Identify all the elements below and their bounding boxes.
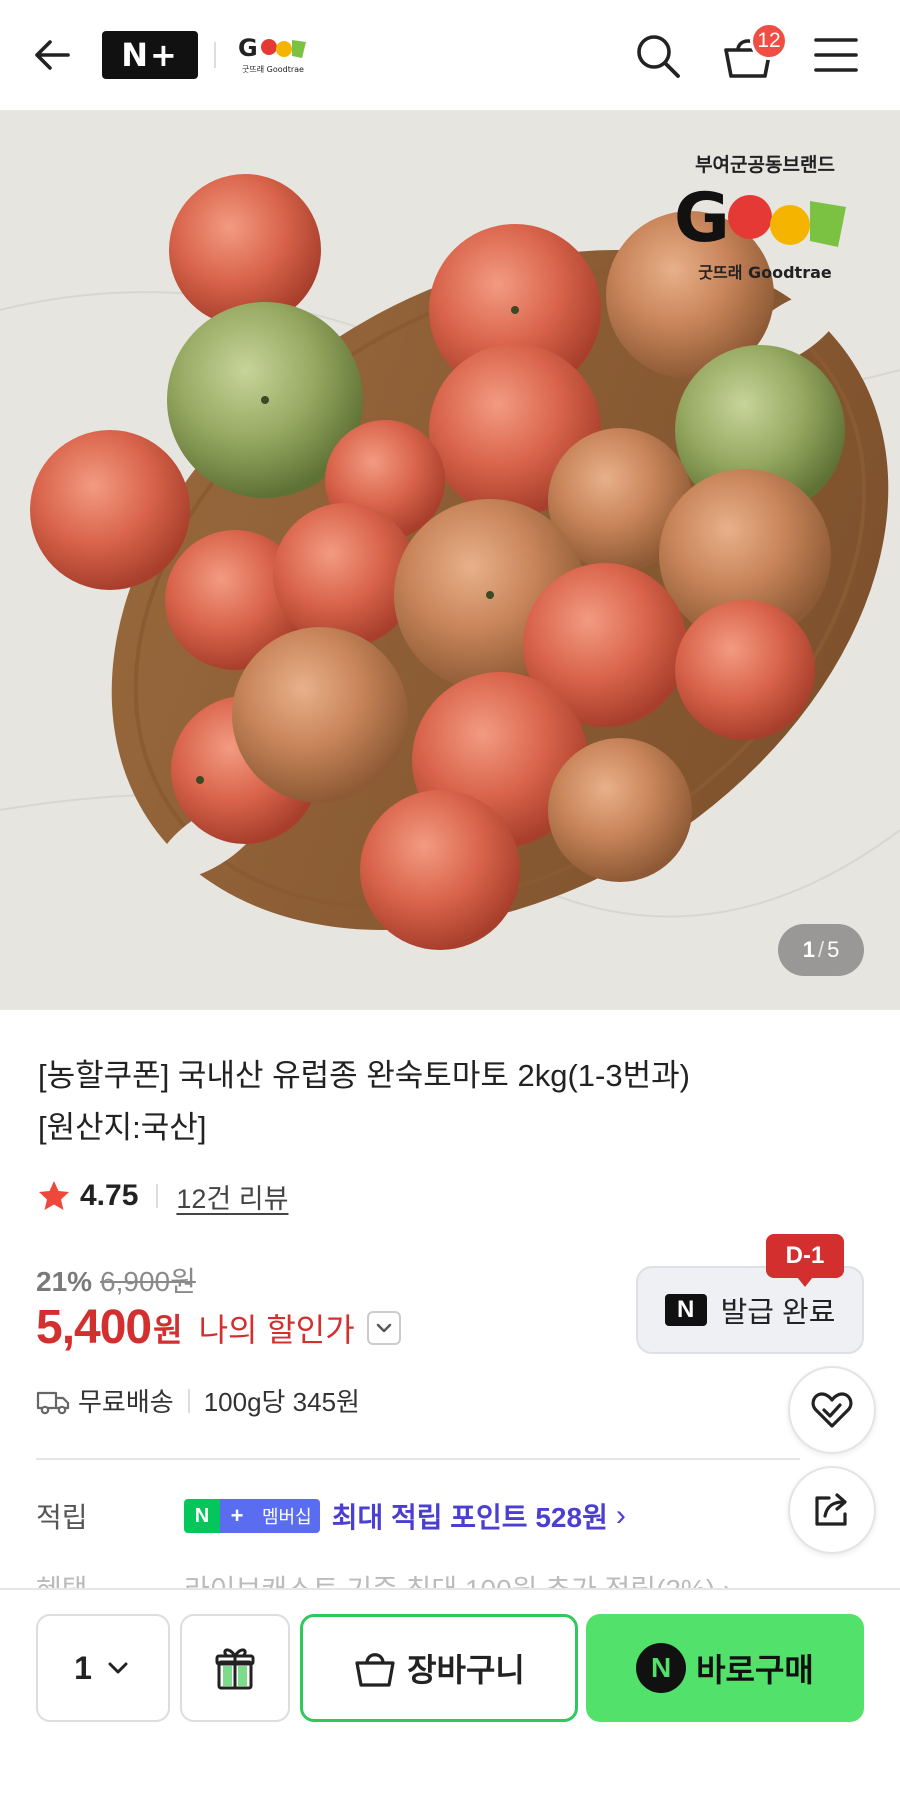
badge-n: N: [184, 1499, 220, 1533]
badge-plus: +: [220, 1499, 254, 1533]
product-title-line1: [농할쿠폰] 국내산 유럽종 완숙토마토 2kg(1-3번과): [38, 1058, 690, 1093]
coupon-issued-button[interactable]: N 발급 완료: [636, 1266, 864, 1354]
svg-text:G: G: [674, 179, 730, 257]
coupon-label: 발급 완료: [720, 1297, 836, 1329]
rating-separator: [156, 1184, 159, 1208]
price-detail-toggle[interactable]: [366, 1310, 401, 1345]
dday-badge: D-1: [766, 1234, 844, 1287]
search-button[interactable]: [632, 30, 684, 82]
svg-text:굿뜨래 Goodtrae: 굿뜨래 Goodtrae: [242, 65, 304, 74]
brand-stamp-subtitle: 굿뜨래 Goodtrae: [698, 263, 832, 282]
chevron-right-icon: ›: [615, 1499, 626, 1532]
nplus-membership-badge: N + 멤버십: [184, 1499, 320, 1533]
store-logo[interactable]: G 굿뜨래 Goodtrae: [236, 30, 316, 76]
quantity-value: 1: [74, 1649, 92, 1686]
share-icon: [815, 1493, 847, 1526]
sale-price: 5,400: [36, 1301, 152, 1354]
wishlist-button[interactable]: [788, 1366, 876, 1454]
gift-icon: [215, 1648, 255, 1690]
shipping-separator: [187, 1388, 190, 1413]
points-row[interactable]: 적립 N + 멤버십 최대 적립 포인트 528원 ›: [36, 1496, 626, 1536]
badge-membership: 멤버십: [254, 1499, 320, 1533]
points-label: 적립: [36, 1502, 88, 1533]
add-to-cart-label: 장바구니: [407, 1652, 525, 1688]
section-divider: [36, 1458, 800, 1460]
goodtrae-large-logo-icon: G: [674, 179, 846, 257]
search-icon: [637, 35, 680, 78]
buy-now-label: 바로구매: [696, 1652, 814, 1688]
nplus-logo[interactable]: N+: [102, 31, 198, 79]
hamburger-menu-icon: [814, 38, 858, 72]
shipping-row: 무료배송 100g당 345원: [36, 1382, 360, 1419]
discount-row: 21% 6,900원: [36, 1260, 196, 1300]
gift-button[interactable]: [180, 1614, 290, 1722]
chevron-down-icon: [376, 1323, 391, 1332]
shopping-basket-icon: [355, 1653, 395, 1687]
truck-icon: [36, 1391, 70, 1414]
review-count-link[interactable]: 12건 리뷰: [176, 1177, 288, 1216]
unit-price-text: 100g당 345원: [203, 1387, 360, 1417]
goodtrae-logo-icon: G 굿뜨래 Goodtrae: [238, 34, 306, 74]
add-to-cart-button[interactable]: 장바구니: [300, 1614, 578, 1722]
brand-stamp: 부여군공동브랜드 G 굿뜨래 Goodtrae: [670, 150, 860, 283]
bottom-action-bar: 1 장바구니 N 바로구매: [0, 1588, 900, 1817]
share-button[interactable]: [788, 1466, 876, 1554]
buy-now-button[interactable]: N 바로구매: [586, 1614, 864, 1722]
quantity-selector[interactable]: 1: [36, 1614, 170, 1722]
chevron-down-icon: [108, 1662, 128, 1674]
logo-divider: [214, 42, 216, 68]
max-points-text: 최대 적립 포인트 528원: [331, 1502, 608, 1533]
naver-pay-icon: N: [636, 1643, 687, 1693]
benefits-row-partial: 혜택 라이브캐스트 기준 최대 100원 추가 적립(2%) ›: [36, 1568, 736, 1588]
brand-stamp-title: 부여군공동브랜드: [695, 154, 835, 176]
sale-price-unit: 원: [153, 1311, 183, 1348]
cart-count-badge: 12: [750, 22, 788, 60]
svg-text:G: G: [238, 34, 258, 62]
back-button[interactable]: [28, 30, 78, 80]
rating-row: 4.75 12건 리뷰: [36, 1176, 288, 1216]
rating-value: 4.75: [80, 1179, 139, 1212]
star-icon: [39, 1181, 69, 1210]
page-separator: /: [817, 937, 825, 962]
product-image-carousel[interactable]: 부여군공동브랜드 G 굿뜨래 Goodtrae 1/5: [0, 110, 900, 1010]
benefits-label: 혜택: [36, 1568, 184, 1588]
free-shipping-text: 무료배송: [78, 1387, 174, 1417]
naver-n-icon: N: [664, 1294, 707, 1326]
page-current: 1: [802, 937, 815, 962]
product-title: [농할쿠폰] 국내산 유럽종 완숙토마토 2kg(1-3번과) [원산지:국산]: [38, 1050, 858, 1154]
image-page-counter: 1/5: [778, 924, 864, 976]
product-title-line2: [원산지:국산]: [38, 1110, 207, 1145]
arrow-left-icon: [35, 40, 70, 70]
page-total: 5: [827, 937, 840, 962]
discount-percent: 21%: [36, 1266, 93, 1297]
benefits-text: 라이브캐스트 기준 최대 100원 추가 적립(2%) ›: [184, 1568, 732, 1588]
heart-check-icon: [811, 1392, 853, 1428]
original-price: 6,900원: [100, 1266, 196, 1297]
menu-button[interactable]: [812, 34, 860, 76]
my-discount-price-label: 나의 할인가: [198, 1311, 355, 1348]
price-row: 5,400 원 나의 할인가: [36, 1300, 401, 1355]
top-header: N+ G 굿뜨래 Goodtrae 12: [0, 0, 900, 110]
